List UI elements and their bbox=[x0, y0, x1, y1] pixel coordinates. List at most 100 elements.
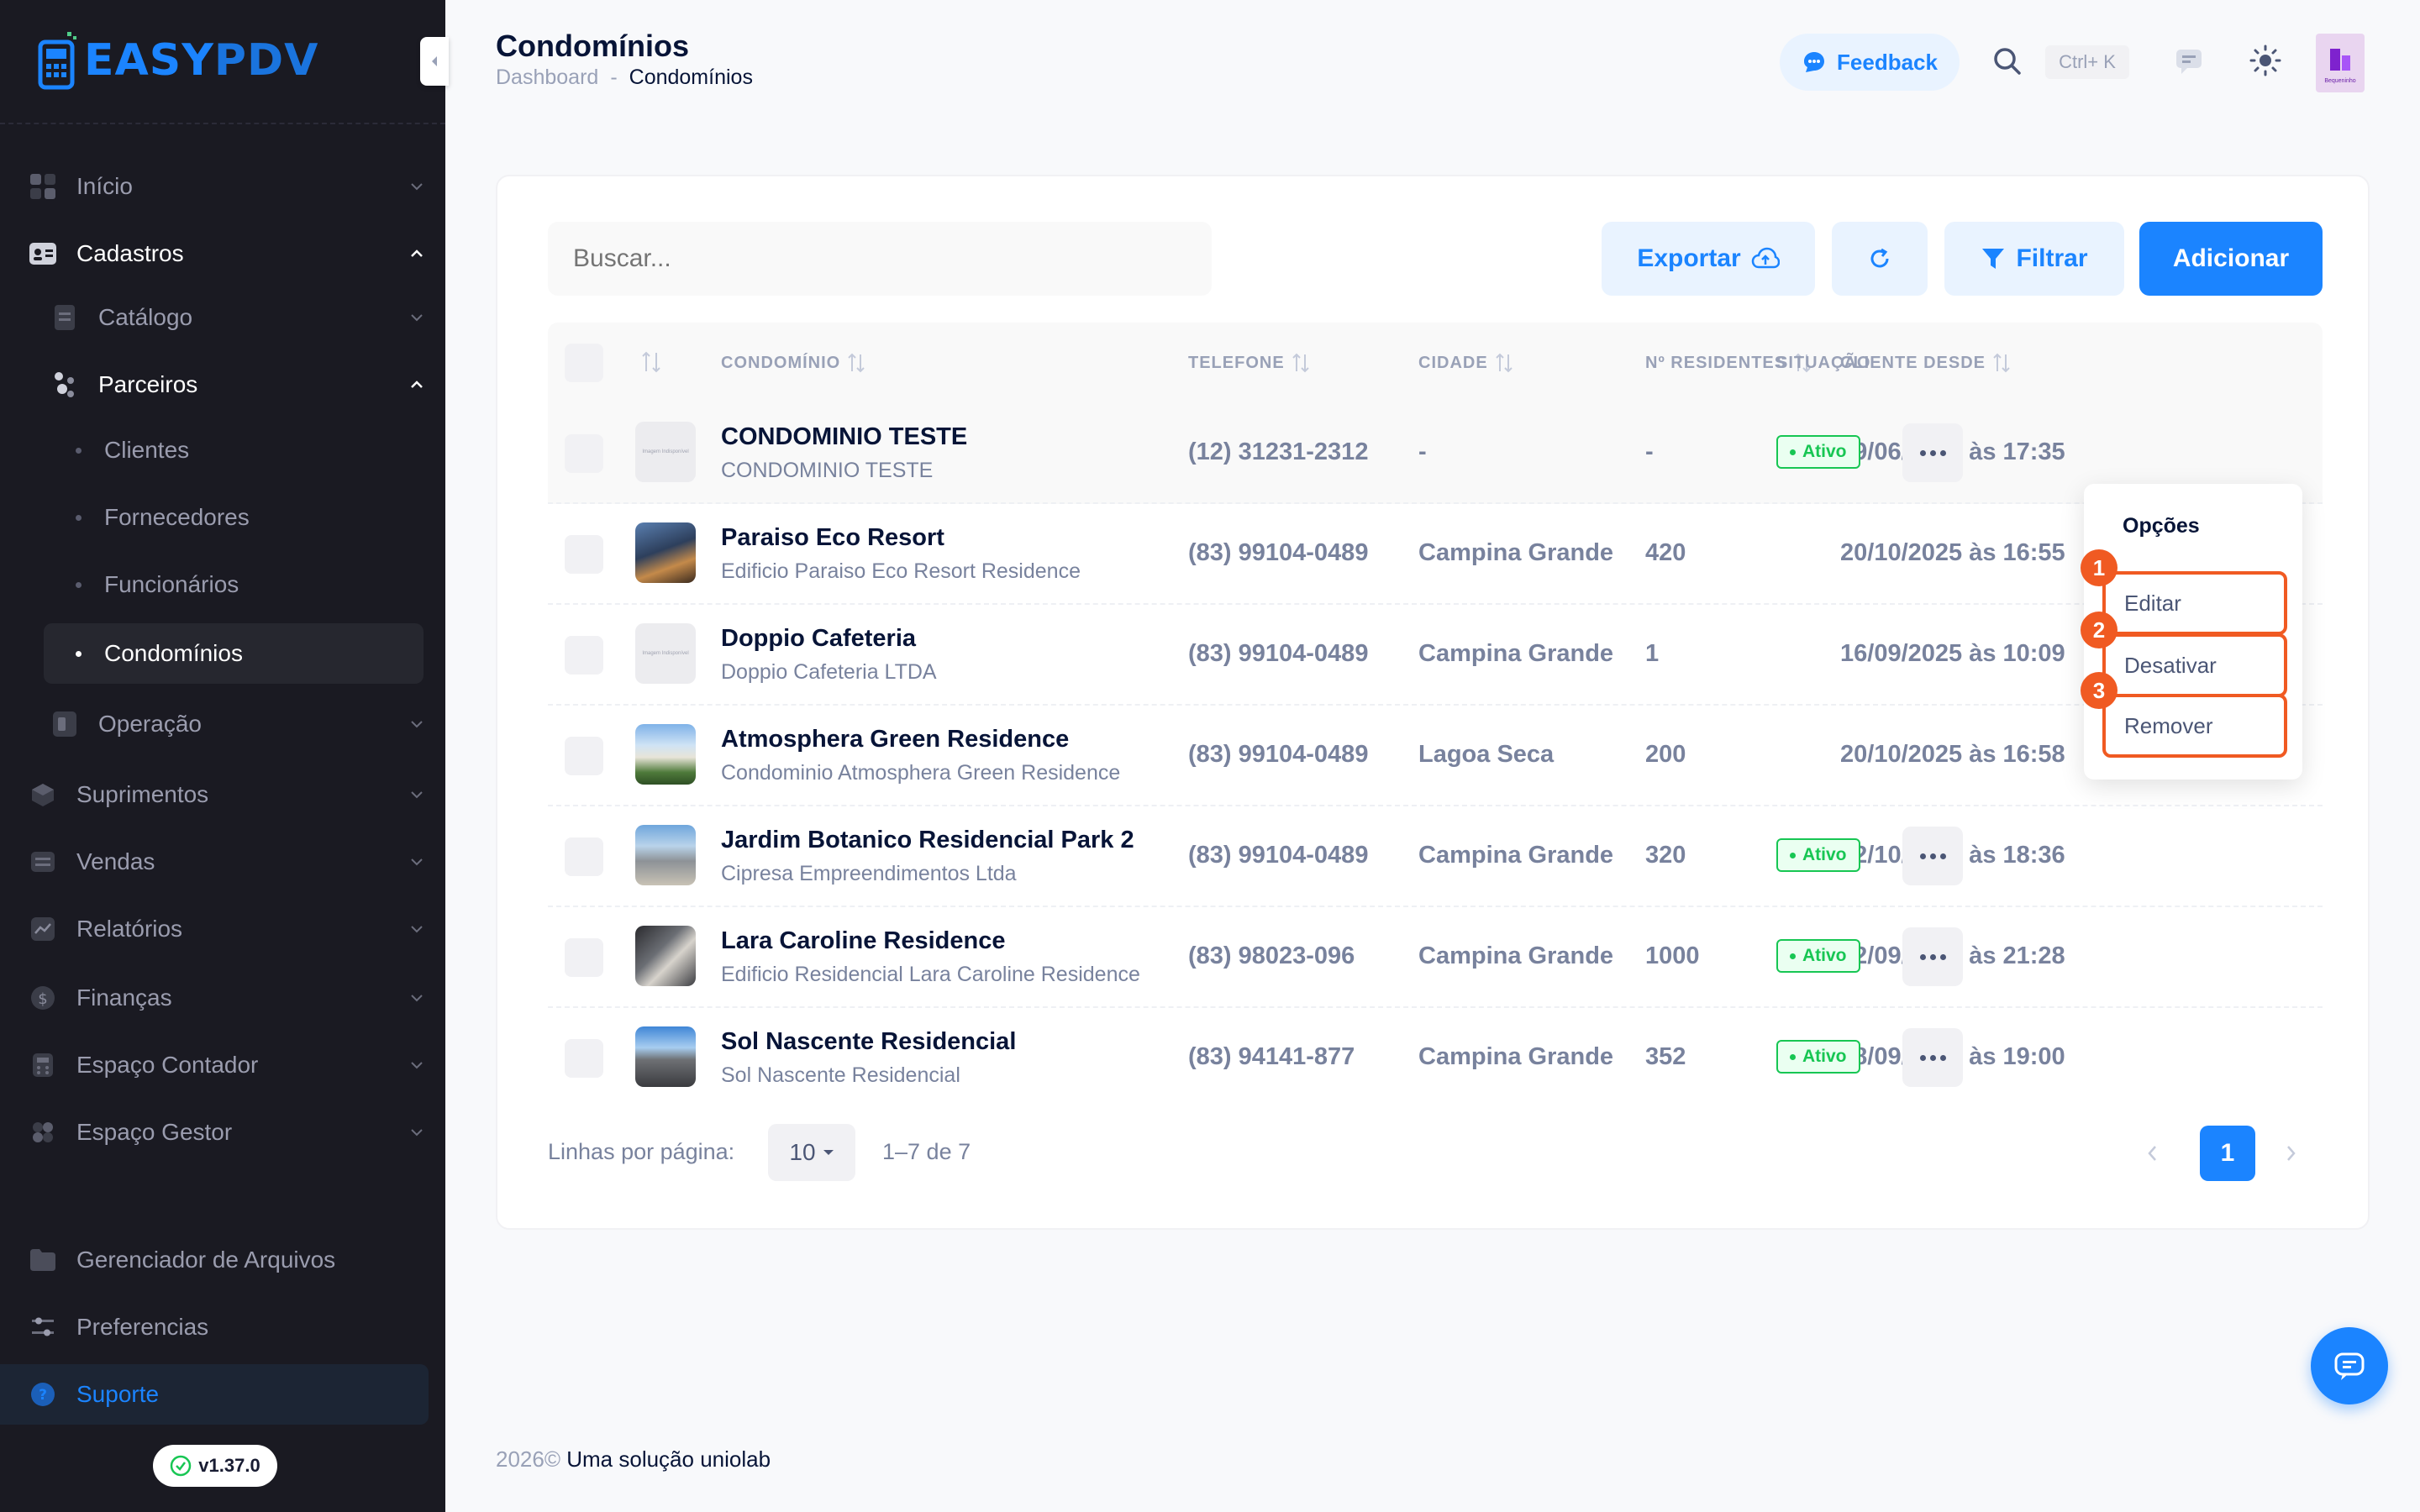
filter-icon bbox=[1982, 249, 2005, 269]
select-all-checkbox[interactable] bbox=[565, 344, 603, 382]
export-button[interactable]: Exportar bbox=[1602, 222, 1815, 296]
condo-subtitle: Cipresa Empreendimentos Ltda bbox=[721, 862, 1017, 885]
app-logo[interactable]: EASYPDV bbox=[37, 30, 318, 91]
menu-item-desativar[interactable]: Desativar bbox=[2102, 633, 2287, 697]
condo-thumbnail-placeholder: Imagem Indisponível bbox=[635, 422, 696, 482]
sort-icon bbox=[1292, 353, 1309, 373]
sidebar-item-inicio[interactable]: Início bbox=[0, 156, 445, 217]
condo-name[interactable]: CONDOMINIO TESTE bbox=[721, 423, 967, 451]
condo-city: Campina Grande bbox=[1418, 640, 1614, 667]
refresh-button[interactable] bbox=[1832, 222, 1928, 296]
menu-item-editar[interactable]: Editar bbox=[2102, 571, 2287, 635]
chat-fab-button[interactable] bbox=[2311, 1327, 2388, 1404]
table-row[interactable]: Atmosphera Green Residence Condominio At… bbox=[548, 706, 2323, 806]
sidebar-item-financas[interactable]: $ Finanças bbox=[0, 968, 445, 1028]
condo-city: Campina Grande bbox=[1418, 539, 1614, 566]
row-checkbox[interactable] bbox=[565, 535, 603, 574]
chevron-down-icon bbox=[411, 183, 423, 191]
logo-text: EASYPDV bbox=[84, 35, 319, 86]
condo-residents: 1000 bbox=[1645, 942, 1700, 969]
sidebar-item-funcionarios[interactable]: Funcionários bbox=[0, 554, 445, 615]
table-header: CONDOMÍNIO TELEFONE CIDADE Nº RESIDENTES… bbox=[548, 323, 2323, 403]
annotation-marker: 3 bbox=[2081, 672, 2118, 709]
sidebar-item-parceiros[interactable]: Parceiros bbox=[0, 354, 445, 415]
filter-button[interactable]: Filtrar bbox=[1944, 222, 2124, 296]
sidebar-collapse-button[interactable] bbox=[420, 37, 449, 86]
condo-thumbnail bbox=[635, 1026, 696, 1087]
table-row[interactable]: Sol Nascente Residencial Sol Nascente Re… bbox=[548, 1008, 2323, 1109]
column-header-condominio[interactable]: CONDOMÍNIO bbox=[721, 323, 865, 403]
table-row[interactable]: Paraiso Eco Resort Edificio Paraiso Eco … bbox=[548, 504, 2323, 605]
row-actions-button[interactable] bbox=[1902, 1028, 1963, 1087]
page-button-current[interactable]: 1 bbox=[2200, 1126, 2255, 1181]
sidebar-item-vendas[interactable]: Vendas bbox=[0, 832, 445, 892]
sort-icon[interactable] bbox=[640, 349, 662, 375]
sidebar-item-operacao[interactable]: Operação bbox=[0, 694, 445, 754]
feedback-button[interactable]: Feedback bbox=[1780, 34, 1960, 91]
chevron-left-icon[interactable] bbox=[2144, 1144, 2161, 1163]
condo-residents: 1 bbox=[1645, 640, 1660, 667]
menu-item-remover[interactable]: Remover bbox=[2102, 694, 2287, 758]
table-row[interactable]: Jardim Botanico Residencial Park 2 Cipre… bbox=[548, 806, 2323, 907]
sidebar-item-preferencias[interactable]: Preferencias bbox=[0, 1297, 445, 1357]
breadcrumb-dashboard[interactable]: Dashboard bbox=[496, 66, 598, 90]
messages-icon[interactable] bbox=[2175, 47, 2203, 76]
dashboard-icon bbox=[29, 172, 57, 201]
condo-name[interactable]: Sol Nascente Residencial bbox=[721, 1028, 1016, 1056]
sidebar-item-suprimentos[interactable]: Suprimentos bbox=[0, 764, 445, 825]
row-checkbox[interactable] bbox=[565, 434, 603, 473]
search-input[interactable] bbox=[548, 222, 1212, 296]
condo-since: 20/10/2025 às 16:58 bbox=[1840, 741, 2065, 768]
search-icon[interactable] bbox=[1991, 45, 2023, 77]
row-actions-button[interactable] bbox=[1902, 423, 1963, 482]
chevron-down-icon bbox=[411, 1129, 423, 1137]
row-checkbox[interactable] bbox=[565, 737, 603, 775]
row-checkbox[interactable] bbox=[565, 837, 603, 876]
sidebar-item-condominios[interactable]: Condomínios bbox=[44, 623, 424, 684]
sidebar-item-fornecedores[interactable]: Fornecedores bbox=[0, 487, 445, 548]
sidebar: EASYPDV Início Cadastros Catálogo Parcei… bbox=[0, 0, 449, 1512]
avatar[interactable]: Bequeninho bbox=[2316, 34, 2365, 92]
condo-name[interactable]: Doppio Cafeteria bbox=[721, 625, 916, 653]
table-row[interactable]: Imagem Indisponível CONDOMINIO TESTE CON… bbox=[548, 403, 2323, 504]
chevron-down-icon bbox=[411, 995, 423, 1002]
condo-thumbnail bbox=[635, 825, 696, 885]
sidebar-item-relatorios[interactable]: Relatórios bbox=[0, 899, 445, 959]
chat-bubble-icon bbox=[1804, 52, 1825, 72]
column-header-telefone[interactable]: TELEFONE bbox=[1188, 323, 1310, 403]
breadcrumb: Dashboard - Condomínios bbox=[496, 66, 753, 90]
chevron-down-icon bbox=[411, 1062, 423, 1069]
condo-name[interactable]: Paraiso Eco Resort bbox=[721, 524, 944, 552]
condo-name[interactable]: Lara Caroline Residence bbox=[721, 927, 1005, 955]
theme-toggle-icon[interactable] bbox=[2249, 44, 2282, 77]
status-badge: Ativo bbox=[1776, 435, 1860, 469]
sidebar-item-clientes[interactable]: Clientes bbox=[0, 420, 445, 480]
rows-per-page-select[interactable]: 10 bbox=[768, 1124, 855, 1181]
row-checkbox[interactable] bbox=[565, 636, 603, 675]
condo-name[interactable]: Atmosphera Green Residence bbox=[721, 726, 1069, 753]
row-actions-button[interactable] bbox=[1902, 827, 1963, 885]
people-icon bbox=[50, 370, 79, 399]
bullet bbox=[76, 581, 82, 588]
condo-city: - bbox=[1418, 438, 1427, 465]
table-row[interactable]: Imagem Indisponível Doppio Cafeteria Dop… bbox=[548, 605, 2323, 706]
condo-residents: 320 bbox=[1645, 842, 1686, 869]
row-checkbox[interactable] bbox=[565, 1039, 603, 1078]
sidebar-item-espaco-gestor[interactable]: Espaço Gestor bbox=[0, 1102, 445, 1163]
sidebar-item-cadastros[interactable]: Cadastros bbox=[0, 223, 445, 284]
add-button[interactable]: Adicionar bbox=[2139, 222, 2323, 296]
sidebar-item-catalogo[interactable]: Catálogo bbox=[0, 287, 445, 348]
sidebar-item-gerenciador-arquivos[interactable]: Gerenciador de Arquivos bbox=[0, 1230, 445, 1290]
row-actions-button[interactable] bbox=[1902, 927, 1963, 986]
calculator-icon bbox=[29, 1051, 57, 1079]
chat-icon bbox=[2334, 1352, 2365, 1380]
table-row[interactable]: Lara Caroline Residence Edificio Residen… bbox=[548, 907, 2323, 1008]
sidebar-item-suporte[interactable]: ? Suporte bbox=[0, 1364, 429, 1425]
chevron-right-icon[interactable] bbox=[2282, 1144, 2299, 1163]
column-header-cidade[interactable]: CIDADE bbox=[1418, 323, 1513, 403]
annotation-marker: 2 bbox=[2081, 612, 2118, 648]
condo-residents: 420 bbox=[1645, 539, 1686, 566]
sidebar-item-espaco-contador[interactable]: Espaço Contador bbox=[0, 1035, 445, 1095]
row-checkbox[interactable] bbox=[565, 938, 603, 977]
condo-name[interactable]: Jardim Botanico Residencial Park 2 bbox=[721, 827, 1134, 854]
